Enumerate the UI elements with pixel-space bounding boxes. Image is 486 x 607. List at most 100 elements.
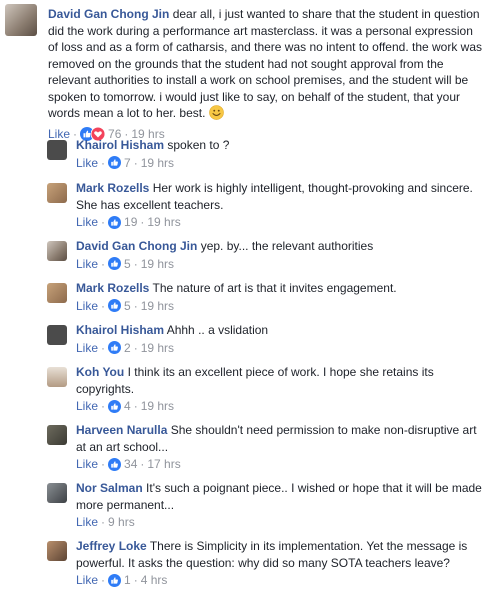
- like-button[interactable]: Like: [76, 214, 98, 230]
- reaction-count[interactable]: 1: [124, 572, 131, 588]
- like-button[interactable]: Like: [76, 155, 98, 171]
- separator-dot: ·: [140, 457, 145, 471]
- author-name[interactable]: Nor Salman: [76, 481, 143, 495]
- timestamp[interactable]: 19 hrs: [141, 256, 174, 272]
- reaction-summary[interactable]: [108, 457, 122, 471]
- author-name[interactable]: Harveen Narulla: [76, 423, 167, 437]
- like-icon: [108, 299, 122, 312]
- separator-dot: ·: [140, 215, 145, 229]
- separator-dot: ·: [133, 399, 138, 413]
- comment-body: Khairol Hisham Ahhh .. a vslidation Like…: [76, 322, 482, 356]
- comment-actions: Like · 19 · 19 hrs: [76, 214, 482, 230]
- comment-body: Koh You I think its an excellent piece o…: [76, 364, 482, 414]
- like-button[interactable]: Like: [76, 456, 98, 472]
- comment-text: yep. by... the relevant authorities: [200, 239, 374, 253]
- comment-body: David Gan Chong Jin yep. by... the relev…: [76, 238, 482, 272]
- timestamp[interactable]: 19 hrs: [147, 214, 180, 230]
- avatar[interactable]: [47, 140, 67, 160]
- reaction-count[interactable]: 5: [124, 256, 131, 272]
- timestamp[interactable]: 9 hrs: [108, 514, 135, 530]
- author-name[interactable]: David Gan Chong Jin: [76, 239, 197, 253]
- reaction-summary[interactable]: [108, 156, 122, 169]
- timestamp[interactable]: 19 hrs: [141, 340, 174, 356]
- comment-actions: Like · 5 · 19 hrs: [76, 256, 482, 272]
- like-button[interactable]: Like: [76, 398, 98, 414]
- comment-body: Harveen Narulla She shouldn't need permi…: [76, 422, 482, 472]
- separator-dot: ·: [101, 457, 106, 471]
- avatar[interactable]: [47, 241, 67, 261]
- separator-dot: ·: [133, 155, 138, 170]
- comment-text: dear all, i just wanted to share that th…: [48, 7, 483, 120]
- timestamp[interactable]: 17 hrs: [147, 456, 180, 472]
- like-button[interactable]: Like: [76, 514, 98, 530]
- main-comment: David Gan Chong Jin dear all, i just wan…: [0, 4, 486, 141]
- reaction-summary[interactable]: [108, 215, 122, 229]
- comment-text: I think its an excellent piece of work. …: [76, 365, 434, 396]
- author-name[interactable]: Jeffrey Loke: [76, 539, 147, 553]
- comment-actions: Like · 5 · 19 hrs: [76, 298, 482, 314]
- reaction-count[interactable]: 5: [124, 298, 131, 314]
- smile-emoji: [208, 105, 224, 125]
- comment-text: Ahhh .. a vslidation: [166, 323, 269, 337]
- comment-text-block: David Gan Chong Jin dear all, i just wan…: [48, 6, 482, 125]
- reaction-summary[interactable]: [108, 257, 122, 270]
- reaction-count[interactable]: 2: [124, 340, 131, 356]
- like-button[interactable]: Like: [76, 572, 98, 588]
- comment-text: spoken to ?: [167, 138, 230, 152]
- separator-dot: ·: [133, 256, 138, 271]
- author-name[interactable]: Khairol Hisham: [76, 138, 164, 152]
- timestamp[interactable]: 19 hrs: [141, 398, 174, 414]
- avatar[interactable]: [47, 283, 67, 303]
- comment-text: The nature of art is that it invites eng…: [152, 281, 397, 295]
- timestamp[interactable]: 4 hrs: [141, 572, 168, 588]
- like-icon: [108, 399, 122, 413]
- author-name[interactable]: Koh You: [76, 365, 124, 379]
- comment-body: Jeffrey Loke There is Simplicity in its …: [76, 538, 482, 588]
- comment-body: Mark Rozells Her work is highly intellig…: [76, 180, 482, 230]
- author-name[interactable]: Khairol Hisham: [76, 323, 164, 337]
- like-button[interactable]: Like: [76, 340, 98, 356]
- like-icon: [108, 257, 122, 270]
- avatar[interactable]: [47, 425, 67, 445]
- separator-dot: ·: [133, 340, 138, 355]
- author-name[interactable]: Mark Rozells: [76, 281, 149, 295]
- comment-body: David Gan Chong Jin dear all, i just wan…: [48, 6, 482, 142]
- timestamp[interactable]: 19 hrs: [141, 155, 174, 171]
- avatar[interactable]: [47, 367, 67, 387]
- like-button[interactable]: Like: [76, 256, 98, 272]
- like-icon: [108, 573, 122, 587]
- like-icon: [108, 457, 122, 471]
- avatar[interactable]: [5, 4, 37, 36]
- comment-body: Khairol Hisham spoken to ? Like · 7 · 19 h…: [76, 137, 482, 171]
- comment-body: Nor Salman It's such a poignant piece.. …: [76, 480, 482, 530]
- author-name[interactable]: David Gan Chong Jin: [48, 7, 169, 21]
- avatar[interactable]: [47, 541, 67, 561]
- separator-dot: ·: [101, 340, 106, 355]
- reaction-count[interactable]: 4: [124, 398, 131, 414]
- timestamp[interactable]: 19 hrs: [141, 298, 174, 314]
- reaction-summary[interactable]: [108, 399, 122, 413]
- avatar[interactable]: [47, 325, 67, 345]
- separator-dot: ·: [101, 215, 106, 229]
- author-name[interactable]: Mark Rozells: [76, 181, 149, 195]
- comment-actions: Like · 4 · 19 hrs: [76, 398, 482, 414]
- separator-dot: ·: [133, 573, 138, 587]
- comment-actions: Like · 7 · 19 hrs: [76, 155, 482, 171]
- separator-dot: ·: [101, 399, 106, 413]
- reaction-count[interactable]: 7: [124, 155, 131, 171]
- comment-actions: Like · 1 · 4 hrs: [76, 572, 482, 588]
- avatar[interactable]: [47, 483, 67, 503]
- separator-dot: ·: [101, 515, 106, 529]
- avatar[interactable]: [47, 183, 67, 203]
- like-button[interactable]: Like: [76, 298, 98, 314]
- comment-actions: Like · 2 · 19 hrs: [76, 340, 482, 356]
- reaction-summary[interactable]: [108, 299, 122, 312]
- like-icon: [108, 156, 122, 169]
- separator-dot: ·: [101, 155, 106, 170]
- reaction-summary[interactable]: [108, 573, 122, 587]
- separator-dot: ·: [101, 573, 106, 587]
- reaction-count[interactable]: 19: [124, 214, 137, 230]
- reaction-summary[interactable]: [108, 341, 122, 354]
- reaction-count[interactable]: 34: [124, 456, 137, 472]
- comment-body: Mark Rozells The nature of art is that i…: [76, 280, 482, 314]
